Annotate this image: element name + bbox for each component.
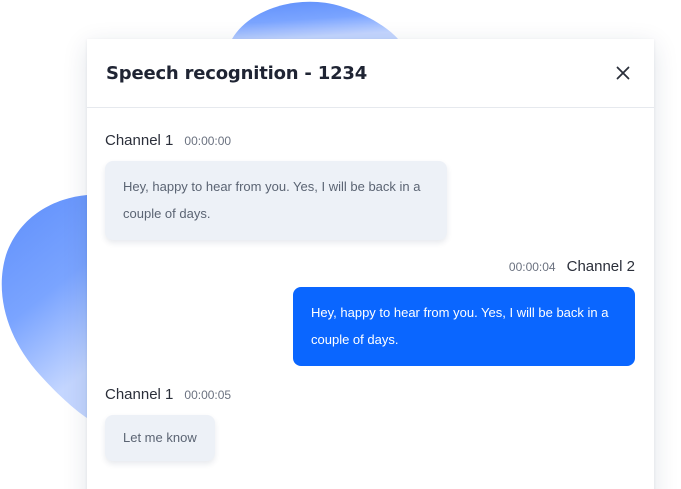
message-bubble: Hey, happy to hear from you. Yes, I will… — [293, 287, 635, 366]
channel-label: Channel 1 — [105, 386, 174, 403]
message-meta: 00:00:04 Channel 2 — [293, 258, 635, 275]
close-icon — [616, 66, 630, 80]
message-bubble: Hey, happy to hear from you. Yes, I will… — [105, 161, 447, 240]
message-timestamp: 00:00:04 — [508, 260, 556, 274]
message-timestamp: 00:00:00 — [184, 134, 232, 148]
dialog-header: Speech recognition - 1234 — [87, 39, 654, 108]
dialog-title: Speech recognition - 1234 — [106, 62, 368, 84]
speech-recognition-dialog: Speech recognition - 1234 Channel 1 00:0… — [87, 39, 654, 489]
screen: Speech recognition - 1234 Channel 1 00:0… — [0, 0, 681, 489]
message-meta: Channel 1 00:00:00 — [105, 132, 448, 149]
transcript-message: 00:00:04 Channel 2 Hey, happy to hear fr… — [293, 258, 635, 366]
transcript-message: Channel 1 00:00:05 Let me know — [105, 386, 305, 461]
message-bubble: Let me know — [105, 415, 215, 461]
channel-label: Channel 2 — [566, 258, 635, 275]
message-timestamp: 00:00:05 — [184, 388, 232, 402]
close-button[interactable] — [612, 62, 634, 84]
message-meta: Channel 1 00:00:05 — [105, 386, 305, 403]
channel-label: Channel 1 — [105, 132, 174, 149]
transcript-message: Channel 1 00:00:00 Hey, happy to hear fr… — [105, 132, 448, 240]
